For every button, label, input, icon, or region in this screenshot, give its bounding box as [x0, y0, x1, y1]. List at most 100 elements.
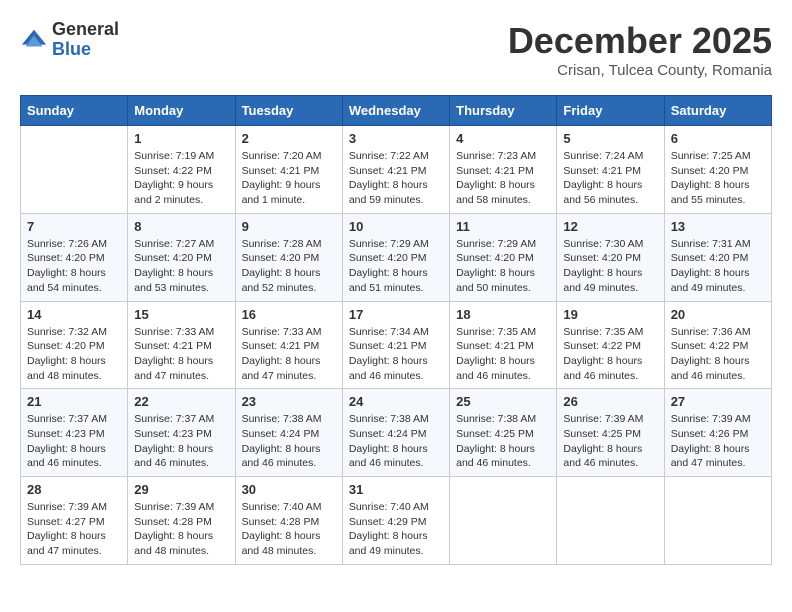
- col-header-friday: Friday: [557, 96, 664, 126]
- location-title: Crisan, Tulcea County, Romania: [508, 62, 772, 79]
- day-number: 23: [242, 394, 336, 409]
- day-info: Sunrise: 7:33 AM Sunset: 4:21 PM Dayligh…: [242, 325, 336, 384]
- calendar-cell: 16 Sunrise: 7:33 AM Sunset: 4:21 PM Dayli…: [235, 301, 342, 389]
- day-info: Sunrise: 7:33 AM Sunset: 4:21 PM Dayligh…: [134, 325, 228, 384]
- calendar-cell: 23 Sunrise: 7:38 AM Sunset: 4:24 PM Dayli…: [235, 389, 342, 477]
- day-number: 2: [242, 131, 336, 146]
- day-number: 4: [456, 131, 550, 146]
- day-number: 7: [27, 219, 121, 234]
- calendar-cell: 14 Sunrise: 7:32 AM Sunset: 4:20 PM Dayli…: [21, 301, 128, 389]
- calendar-week-row: 1Sunrise: 7:19 AM Sunset: 4:22 PM Daylig…: [21, 126, 772, 214]
- day-info: Sunrise: 7:38 AM Sunset: 4:24 PM Dayligh…: [242, 412, 336, 471]
- day-info: Sunrise: 7:32 AM Sunset: 4:20 PM Dayligh…: [27, 325, 121, 384]
- calendar-cell: 11 Sunrise: 7:29 AM Sunset: 4:20 PM Dayli…: [450, 213, 557, 301]
- calendar-cell: 10Sunrise: 7:29 AM Sunset: 4:20 PM Dayli…: [342, 213, 449, 301]
- calendar-cell: 4 Sunrise: 7:23 AM Sunset: 4:21 PM Daylig…: [450, 126, 557, 214]
- day-info: Sunrise: 7:20 AM Sunset: 4:21 PM Dayligh…: [242, 149, 336, 208]
- day-info: Sunrise: 7:38 AM Sunset: 4:25 PM Dayligh…: [456, 412, 550, 471]
- day-number: 13: [671, 219, 765, 234]
- day-number: 5: [563, 131, 657, 146]
- col-header-wednesday: Wednesday: [342, 96, 449, 126]
- day-info: Sunrise: 7:19 AM Sunset: 4:22 PM Dayligh…: [134, 149, 228, 208]
- day-number: 9: [242, 219, 336, 234]
- calendar-header-row: SundayMondayTuesdayWednesdayThursdayFrid…: [21, 96, 772, 126]
- calendar-week-row: 14 Sunrise: 7:32 AM Sunset: 4:20 PM Dayli…: [21, 301, 772, 389]
- calendar-week-row: 28 Sunrise: 7:39 AM Sunset: 4:27 PM Dayli…: [21, 477, 772, 565]
- day-number: 20: [671, 307, 765, 322]
- calendar-cell: [21, 126, 128, 214]
- day-number: 14: [27, 307, 121, 322]
- calendar-cell: [664, 477, 771, 565]
- col-header-monday: Monday: [128, 96, 235, 126]
- calendar-cell: 29 Sunrise: 7:39 AM Sunset: 4:28 PM Dayli…: [128, 477, 235, 565]
- logo-general-text: General: [52, 20, 119, 40]
- day-number: 6: [671, 131, 765, 146]
- day-number: 27: [671, 394, 765, 409]
- day-info: Sunrise: 7:39 AM Sunset: 4:28 PM Dayligh…: [134, 500, 228, 559]
- day-info: Sunrise: 7:29 AM Sunset: 4:20 PM Dayligh…: [456, 237, 550, 296]
- day-info: Sunrise: 7:38 AM Sunset: 4:24 PM Dayligh…: [349, 412, 443, 471]
- day-info: Sunrise: 7:37 AM Sunset: 4:23 PM Dayligh…: [27, 412, 121, 471]
- day-info: Sunrise: 7:35 AM Sunset: 4:21 PM Dayligh…: [456, 325, 550, 384]
- day-info: Sunrise: 7:24 AM Sunset: 4:21 PM Dayligh…: [563, 149, 657, 208]
- day-number: 8: [134, 219, 228, 234]
- calendar-cell: 20 Sunrise: 7:36 AM Sunset: 4:22 PM Dayli…: [664, 301, 771, 389]
- day-number: 19: [563, 307, 657, 322]
- day-info: Sunrise: 7:22 AM Sunset: 4:21 PM Dayligh…: [349, 149, 443, 208]
- day-info: Sunrise: 7:30 AM Sunset: 4:20 PM Dayligh…: [563, 237, 657, 296]
- day-info: Sunrise: 7:27 AM Sunset: 4:20 PM Dayligh…: [134, 237, 228, 296]
- calendar-cell: 6 Sunrise: 7:25 AM Sunset: 4:20 PM Daylig…: [664, 126, 771, 214]
- day-number: 31: [349, 482, 443, 497]
- day-number: 18: [456, 307, 550, 322]
- day-number: 16: [242, 307, 336, 322]
- calendar-cell: 5 Sunrise: 7:24 AM Sunset: 4:21 PM Daylig…: [557, 126, 664, 214]
- calendar-table: SundayMondayTuesdayWednesdayThursdayFrid…: [20, 95, 772, 565]
- day-number: 17: [349, 307, 443, 322]
- day-number: 29: [134, 482, 228, 497]
- day-info: Sunrise: 7:31 AM Sunset: 4:20 PM Dayligh…: [671, 237, 765, 296]
- day-info: Sunrise: 7:28 AM Sunset: 4:20 PM Dayligh…: [242, 237, 336, 296]
- calendar-cell: 15 Sunrise: 7:33 AM Sunset: 4:21 PM Dayli…: [128, 301, 235, 389]
- day-info: Sunrise: 7:23 AM Sunset: 4:21 PM Dayligh…: [456, 149, 550, 208]
- logo-blue-text: Blue: [52, 40, 119, 60]
- day-number: 15: [134, 307, 228, 322]
- page-header: General Blue December 2025 Crisan, Tulce…: [20, 20, 772, 79]
- calendar-cell: 12 Sunrise: 7:30 AM Sunset: 4:20 PM Dayli…: [557, 213, 664, 301]
- logo-icon: [20, 26, 48, 54]
- day-info: Sunrise: 7:26 AM Sunset: 4:20 PM Dayligh…: [27, 237, 121, 296]
- calendar-cell: 28 Sunrise: 7:39 AM Sunset: 4:27 PM Dayli…: [21, 477, 128, 565]
- calendar-week-row: 7 Sunrise: 7:26 AM Sunset: 4:20 PM Daylig…: [21, 213, 772, 301]
- day-info: Sunrise: 7:25 AM Sunset: 4:20 PM Dayligh…: [671, 149, 765, 208]
- day-info: Sunrise: 7:29 AM Sunset: 4:20 PM Dayligh…: [349, 237, 443, 296]
- calendar-cell: 8 Sunrise: 7:27 AM Sunset: 4:20 PM Daylig…: [128, 213, 235, 301]
- calendar-cell: 13 Sunrise: 7:31 AM Sunset: 4:20 PM Dayli…: [664, 213, 771, 301]
- calendar-cell: 17Sunrise: 7:34 AM Sunset: 4:21 PM Dayli…: [342, 301, 449, 389]
- day-number: 30: [242, 482, 336, 497]
- title-area: December 2025 Crisan, Tulcea County, Rom…: [508, 20, 772, 79]
- calendar-cell: 24Sunrise: 7:38 AM Sunset: 4:24 PM Dayli…: [342, 389, 449, 477]
- calendar-cell: 26Sunrise: 7:39 AM Sunset: 4:25 PM Dayli…: [557, 389, 664, 477]
- day-number: 12: [563, 219, 657, 234]
- calendar-cell: 31Sunrise: 7:40 AM Sunset: 4:29 PM Dayli…: [342, 477, 449, 565]
- month-title: December 2025: [508, 20, 772, 62]
- calendar-cell: 30Sunrise: 7:40 AM Sunset: 4:28 PM Dayli…: [235, 477, 342, 565]
- calendar-week-row: 21 Sunrise: 7:37 AM Sunset: 4:23 PM Dayli…: [21, 389, 772, 477]
- day-info: Sunrise: 7:39 AM Sunset: 4:26 PM Dayligh…: [671, 412, 765, 471]
- calendar-cell: 3Sunrise: 7:22 AM Sunset: 4:21 PM Daylig…: [342, 126, 449, 214]
- calendar-cell: [450, 477, 557, 565]
- calendar-cell: 2 Sunrise: 7:20 AM Sunset: 4:21 PM Daylig…: [235, 126, 342, 214]
- calendar-cell: 1Sunrise: 7:19 AM Sunset: 4:22 PM Daylig…: [128, 126, 235, 214]
- calendar-cell: 7 Sunrise: 7:26 AM Sunset: 4:20 PM Daylig…: [21, 213, 128, 301]
- col-header-thursday: Thursday: [450, 96, 557, 126]
- day-number: 28: [27, 482, 121, 497]
- col-header-tuesday: Tuesday: [235, 96, 342, 126]
- day-info: Sunrise: 7:39 AM Sunset: 4:25 PM Dayligh…: [563, 412, 657, 471]
- calendar-cell: 21 Sunrise: 7:37 AM Sunset: 4:23 PM Dayli…: [21, 389, 128, 477]
- calendar-cell: 22Sunrise: 7:37 AM Sunset: 4:23 PM Dayli…: [128, 389, 235, 477]
- day-info: Sunrise: 7:36 AM Sunset: 4:22 PM Dayligh…: [671, 325, 765, 384]
- day-info: Sunrise: 7:37 AM Sunset: 4:23 PM Dayligh…: [134, 412, 228, 471]
- day-info: Sunrise: 7:39 AM Sunset: 4:27 PM Dayligh…: [27, 500, 121, 559]
- day-number: 11: [456, 219, 550, 234]
- day-number: 21: [27, 394, 121, 409]
- calendar-cell: 18 Sunrise: 7:35 AM Sunset: 4:21 PM Dayli…: [450, 301, 557, 389]
